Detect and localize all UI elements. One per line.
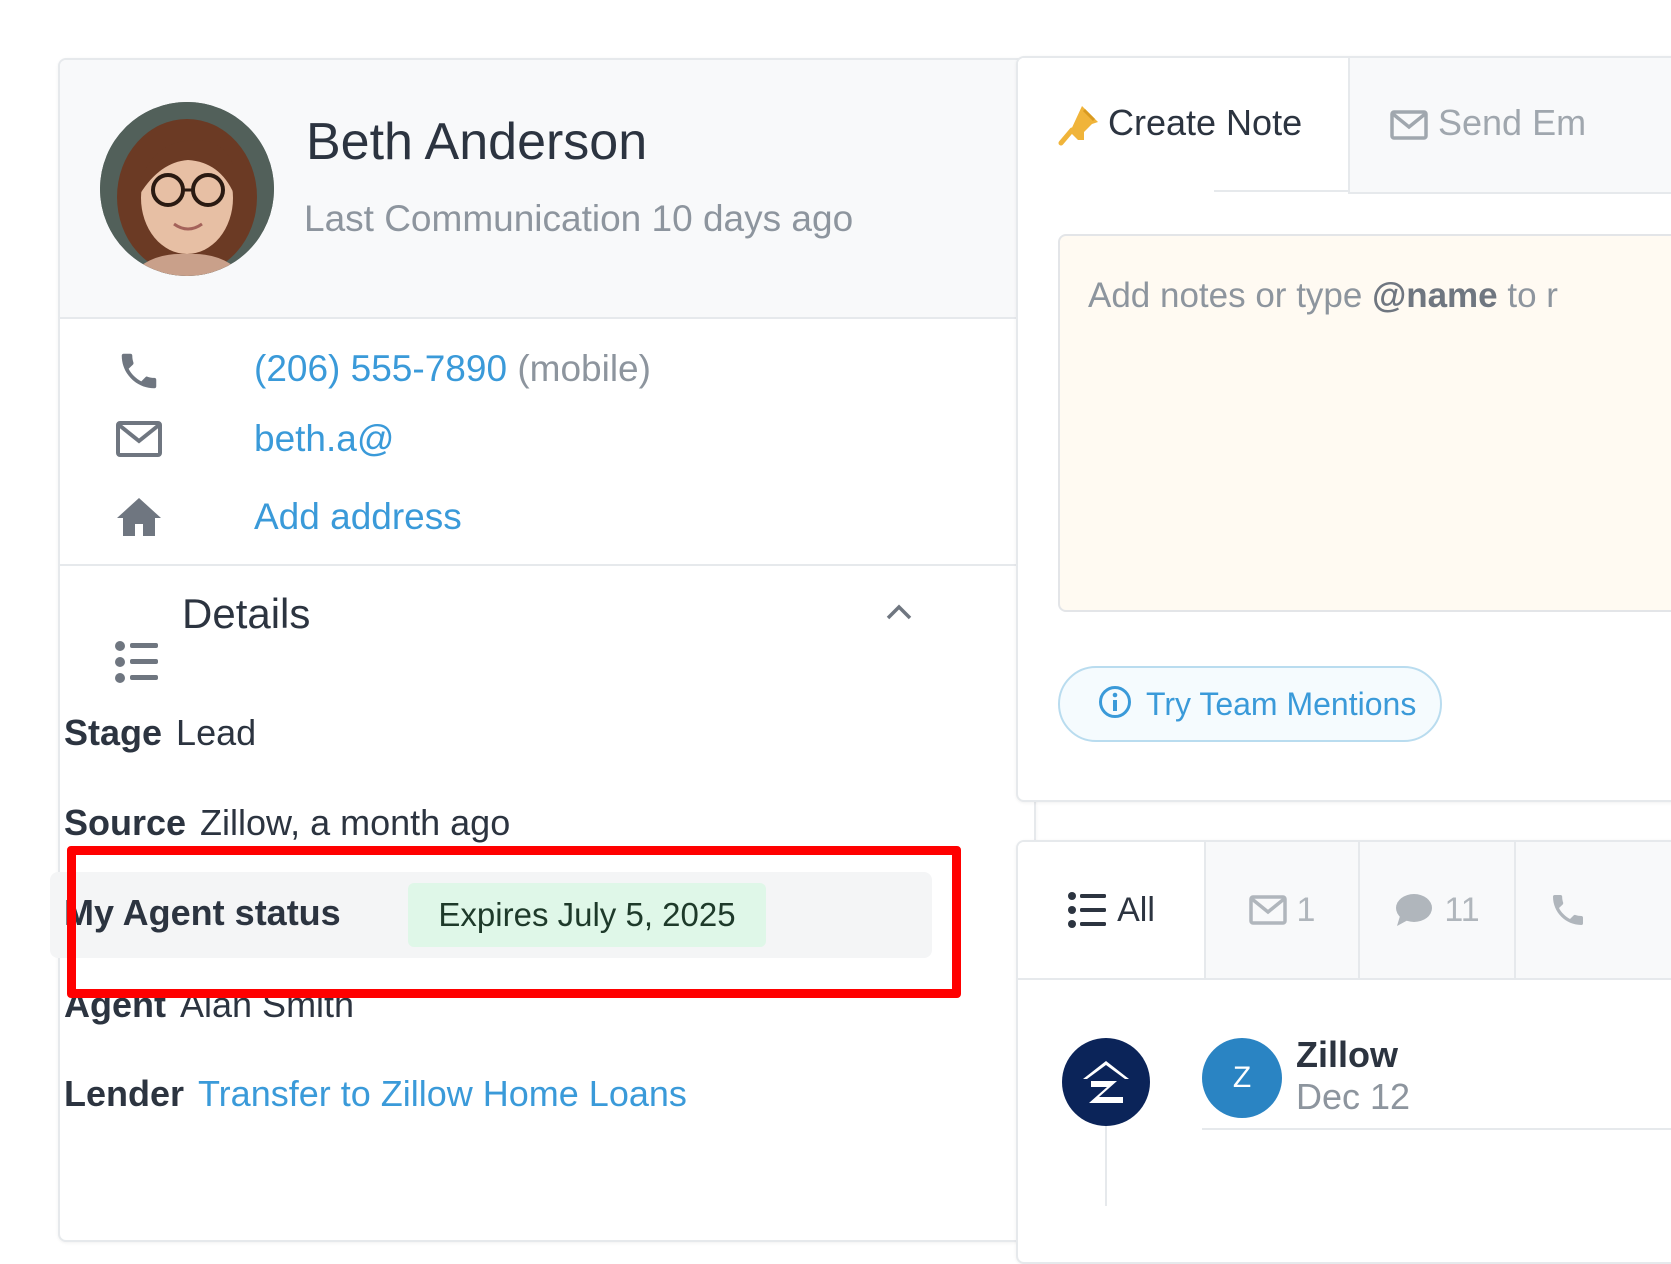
phone-icon (1548, 890, 1588, 930)
note-card: Create Note Send Em Add notes or type @n… (1016, 56, 1671, 802)
phone-row: (206) 555-7890 (mobile) (114, 346, 651, 396)
tab-all-label: All (1117, 890, 1155, 929)
activity-avatar: Z (1202, 1038, 1282, 1118)
address-row: Add address (114, 492, 462, 542)
activity-date: Dec 12 (1296, 1076, 1411, 1117)
lender-label: Lender (64, 1073, 185, 1114)
tab-calls[interactable] (1516, 842, 1620, 978)
lender-transfer-link[interactable]: Transfer to Zillow Home Loans (198, 1073, 687, 1114)
add-address-link[interactable]: Add address (254, 496, 462, 538)
avatar (100, 102, 274, 276)
email-count: 1 (1296, 890, 1316, 929)
source-value: Zillow, a month ago (200, 802, 511, 843)
activity-tabs: All 1 11 (1018, 842, 1671, 980)
contact-header: Beth Anderson Last Communication 10 days… (60, 60, 1034, 319)
activity-divider (1202, 1128, 1671, 1130)
try-team-mentions-label: Try Team Mentions (1146, 685, 1417, 722)
email-row: beth.a@ (114, 414, 394, 464)
mail-icon (1390, 110, 1428, 145)
activity-card: All 1 11 Z Zillow Dec 12 (1016, 840, 1671, 1264)
list-icon (1067, 890, 1107, 930)
field-source: Source Zillow, a month ago (64, 802, 510, 844)
message-count: 11 (1444, 890, 1480, 929)
tab-underline (1214, 190, 1348, 192)
stage-label: Stage (64, 712, 163, 753)
tab-send-email[interactable]: Send Em (1348, 58, 1671, 194)
collapse-chevron-icon[interactable] (884, 602, 914, 627)
portrait-image (100, 102, 274, 276)
details-title: Details (182, 590, 311, 637)
tab-messages[interactable]: 11 (1360, 842, 1514, 978)
field-stage: Stage Lead (64, 712, 256, 754)
note-textarea[interactable]: Add notes or type @name to r (1058, 234, 1671, 612)
section-divider (60, 564, 1034, 566)
field-lender: Lender Transfer to Zillow Home Loans (64, 1073, 687, 1115)
contact-name: Beth Anderson (306, 113, 648, 171)
phone-type: (mobile) (517, 348, 651, 389)
note-tabs: Create Note Send Em (1018, 58, 1671, 194)
timeline-line (1105, 1126, 1107, 1206)
source-label: Source (64, 802, 187, 843)
mail-icon (114, 414, 164, 464)
home-icon (114, 492, 164, 542)
details-icon (114, 640, 160, 690)
highlight-annotation (67, 846, 961, 998)
stage-value[interactable]: Lead (176, 712, 256, 753)
note-placeholder: Add notes or type @name to r (1088, 276, 1558, 315)
tab-create-note-label: Create Note (1108, 102, 1303, 143)
tab-emails[interactable]: 1 (1206, 842, 1358, 978)
pushpin-icon (1058, 104, 1100, 151)
info-icon (1098, 685, 1132, 724)
contact-card: Beth Anderson Last Communication 10 days… (58, 58, 1036, 1242)
zillow-logo-icon (1062, 1038, 1150, 1126)
phone-icon (114, 346, 164, 396)
tab-all[interactable]: All (1018, 842, 1204, 978)
phone-link[interactable]: (206) 555-7890 (254, 348, 507, 389)
mail-icon (1248, 895, 1287, 925)
last-communication: Last Communication 10 days ago (304, 198, 854, 239)
try-team-mentions-button[interactable]: Try Team Mentions (1058, 666, 1442, 742)
tab-send-email-label: Send Em (1438, 102, 1587, 143)
activity-title: Zillow (1296, 1034, 1398, 1075)
chat-bubble-icon (1394, 892, 1434, 928)
email-link[interactable]: beth.a@ (254, 418, 394, 460)
tab-create-note[interactable]: Create Note (1018, 58, 1348, 192)
